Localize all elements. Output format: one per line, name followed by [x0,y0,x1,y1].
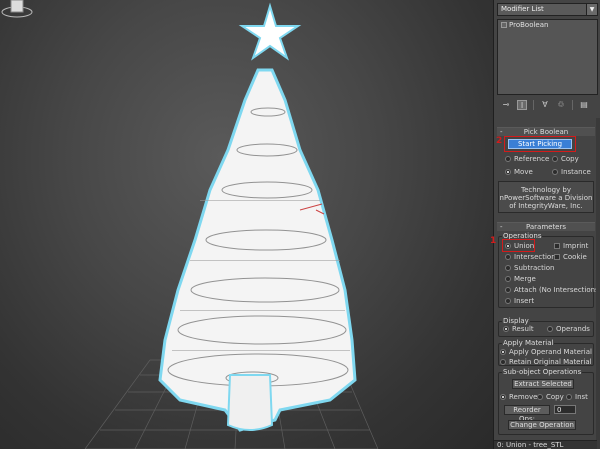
radio-label: Subtraction [514,264,555,272]
radio-reference[interactable]: Reference [505,155,549,163]
radio-dot [500,394,506,400]
radio-dot [505,243,511,249]
radio-dot [503,326,509,332]
radio-label: Remove [509,393,538,401]
rollout-parameters[interactable]: - Parameters [497,222,595,231]
radio-attach[interactable]: Attach (No Intersections) [505,286,600,294]
radio-result[interactable]: Result [503,325,534,333]
radio-instance[interactable]: Instance [552,168,591,176]
radio-dot [566,394,572,400]
make-unique-icon[interactable]: ∀ [540,100,550,110]
radio-remove[interactable]: Remove [500,393,537,401]
tech-line-2: nPowerSoftware a Division [499,194,593,202]
tech-line-1: Technology by [520,186,572,194]
modifier-list-label: Modifier List [501,5,544,13]
scene-canvas [84,2,379,449]
radio-operands[interactable]: Operands [547,325,590,333]
radio-intersection[interactable]: Intersection [505,253,556,261]
reorder-ops-button[interactable]: Reorder Ops: [504,405,550,423]
radio-dot [552,156,558,162]
group-title: Apply Material [502,339,555,347]
radio-apply-operand-material[interactable]: Apply Operand Material [500,348,592,356]
group-title: Display [502,317,530,325]
radio-subtraction[interactable]: Subtraction [505,264,555,272]
radio-label: Retain Original Material [509,358,592,366]
technology-credit: Technology by nPowerSoftware a Division … [498,181,594,213]
command-panel: Modifier List ▼ ProBoolean ⊸ Ⅰ ∀ ♲ ▤ - P… [490,0,600,449]
modifier-stack[interactable]: ProBoolean [497,19,598,95]
pin-stack-icon[interactable]: ⊸ [501,100,511,110]
radio-move[interactable]: Move [505,168,533,176]
viewport-perspective[interactable] [0,0,493,449]
rollout-title: Parameters [525,223,567,231]
radio-dot [500,349,506,355]
radio-label: Intersection [514,253,556,261]
collapse-icon: - [500,223,503,231]
extract-selected-button[interactable]: Extract Selected [512,379,574,389]
annotation-number-2: 2 [496,136,503,146]
radio-dot [552,169,558,175]
radio-dot [505,254,511,260]
tree-star [238,2,302,61]
checkbox-label: Imprint [563,242,589,250]
stack-toolbar: ⊸ Ⅰ ∀ ♲ ▤ [497,98,598,112]
radio-dot [505,276,511,282]
change-operation-button[interactable]: Change Operation [508,420,576,430]
radio-retain-original-material[interactable]: Retain Original Material [500,358,592,366]
radio-label: Attach (No Intersections) [514,286,600,294]
radio-label: Copy [561,155,579,163]
checkbox-box [554,254,560,260]
radio-dot [505,287,511,293]
radio-label: Copy [546,393,564,401]
toolbar-divider [533,100,534,110]
reorder-ops-spinner[interactable]: 0 [554,405,576,414]
radio-label: Result [512,325,534,333]
radio-label: Apply Operand Material [509,348,592,356]
annotation-number-1: 1 [490,236,497,246]
highlight-box-start-picking [504,136,576,152]
radio-label: Union [514,242,535,250]
radio-dot [505,169,511,175]
expand-icon[interactable] [501,22,507,28]
panel-scrollbar[interactable] [596,118,600,449]
tech-line-3: of IntegrityWare, Inc. [509,202,583,210]
radio-label: Operands [556,325,590,333]
viewcube-icon[interactable] [0,0,34,20]
checkbox-box [554,243,560,249]
group-title: Sub-object Operations [502,368,583,376]
checkbox-cookie[interactable]: Cookie [554,253,587,261]
stack-item-label: ProBoolean [509,21,549,29]
radio-dot [505,156,511,162]
radio-merge[interactable]: Merge [505,275,536,283]
configure-sets-icon[interactable]: ▤ [579,100,589,110]
radio-union[interactable]: Union [505,242,534,250]
remove-modifier-icon[interactable]: ♲ [556,100,566,110]
radio-dot [505,265,511,271]
radio-dot [537,394,543,400]
radio-copy-op[interactable]: Copy [537,393,564,401]
checkbox-imprint[interactable]: Imprint [554,242,588,250]
chevron-down-icon[interactable]: ▼ [586,4,597,15]
rollout-pick-boolean[interactable]: - Pick Boolean [497,127,595,136]
radio-dot [500,359,506,365]
radio-label: Insert [514,297,535,305]
radio-label: Reference [514,155,550,163]
radio-dot [505,298,511,304]
radio-label: Move [514,168,533,176]
stack-item-proboolean[interactable]: ProBoolean [498,20,597,31]
radio-copy[interactable]: Copy [552,155,579,163]
toolbar-divider [572,100,573,110]
radio-label: Instance [561,168,591,176]
modifier-list-dropdown[interactable]: Modifier List ▼ [497,3,598,16]
operand-list-item[interactable]: 0: Union - tree_STL [494,440,597,449]
radio-insert[interactable]: Insert [505,297,534,305]
radio-dot [547,326,553,332]
radio-inst[interactable]: Inst [566,393,588,401]
checkbox-label: Cookie [563,253,587,261]
tree-trunk [226,374,274,431]
rollout-title: Pick Boolean [523,128,569,136]
show-end-result-icon[interactable]: Ⅰ [517,100,527,110]
radio-label: Inst [575,393,588,401]
radio-label: Merge [514,275,536,283]
